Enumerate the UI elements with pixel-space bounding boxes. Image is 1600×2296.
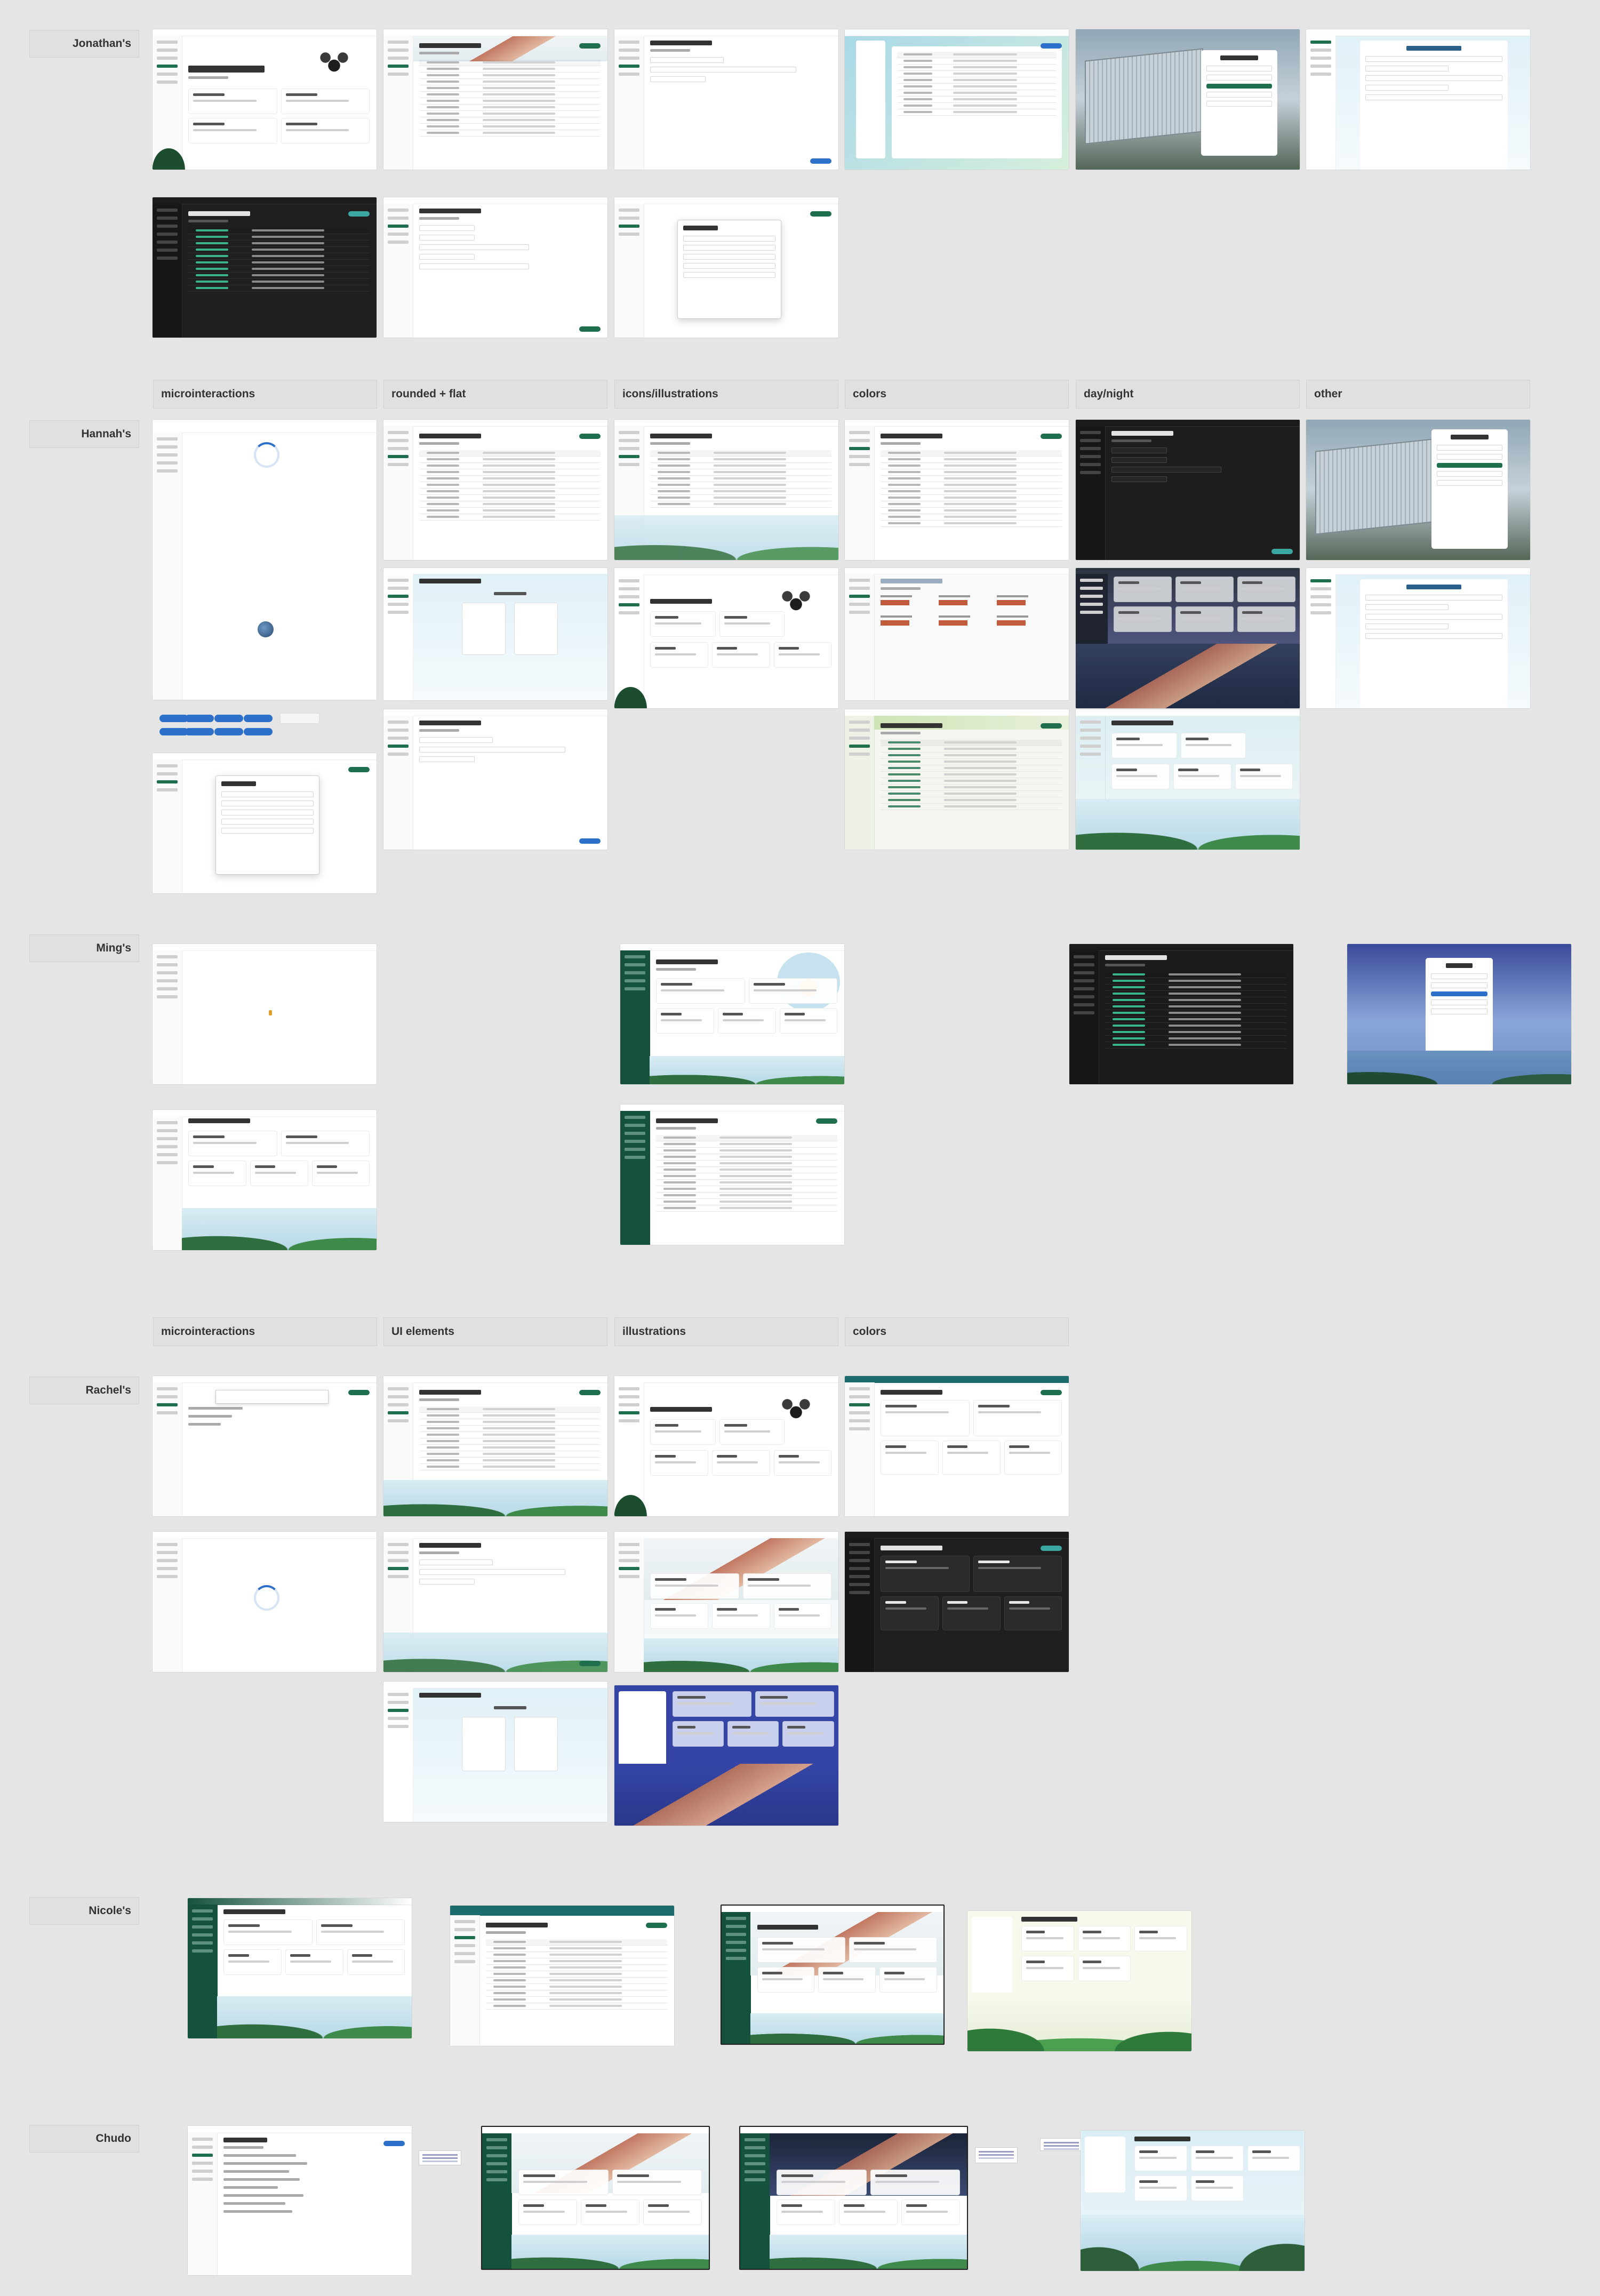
category-header: microinteractions: [153, 1317, 377, 1346]
thumbnail-accessions-dark[interactable]: [153, 197, 377, 338]
thumbnail-create-accession[interactable]: [1306, 29, 1530, 170]
thumbnail-add-accession-night[interactable]: [1076, 420, 1300, 560]
thumbnail-home-plant[interactable]: [614, 1376, 838, 1516]
category-header: UI elements: [383, 1317, 607, 1346]
thumbnail-login-photo-alt[interactable]: [1306, 420, 1530, 560]
button-sample[interactable]: [244, 715, 273, 722]
thumbnail-accession-detail-chudo[interactable]: [188, 2126, 412, 2275]
button-sample[interactable]: [244, 728, 273, 735]
thumbnail-login-photo[interactable]: [1076, 29, 1300, 170]
thumbnail-people-ui[interactable]: [383, 1376, 607, 1516]
thumbnail-home-dune[interactable]: [614, 1532, 838, 1672]
thumbnail-add-person-ui[interactable]: [383, 1532, 607, 1672]
thumbnail-projects-dark[interactable]: [845, 1532, 1069, 1672]
button-sample[interactable]: [214, 715, 243, 722]
thumbnail-people-ming[interactable]: [620, 1105, 844, 1245]
comment-note[interactable]: [975, 2147, 1018, 2163]
thumbnail-home-day[interactable]: [1076, 709, 1300, 850]
button-sample[interactable]: [159, 728, 188, 735]
row-label-ming: Ming's: [29, 934, 139, 962]
category-header: illustrations: [614, 1317, 838, 1346]
comment-note[interactable]: [419, 2150, 461, 2165]
thumbnail-people-green[interactable]: [845, 709, 1069, 850]
thumbnail-create-accession-alt[interactable]: [1306, 568, 1530, 708]
thumbnail-home[interactable]: [153, 29, 377, 170]
comment-note[interactable]: [1040, 2138, 1083, 2151]
thumbnail-add-person-rounded[interactable]: [383, 709, 607, 850]
row-label-chudo: Chudo: [29, 2125, 139, 2153]
button-sample[interactable]: [214, 728, 243, 735]
thumbnail-home-illustrated[interactable]: [614, 568, 838, 708]
category-header: microinteractions: [153, 380, 377, 409]
thumbnail-home-landscape-ming[interactable]: [153, 1110, 377, 1250]
category-header: day/night: [1076, 380, 1300, 409]
thumbnail-people-rounded[interactable]: [383, 420, 607, 560]
category-header: icons/illustrations: [614, 380, 838, 409]
button-sample[interactable]: [159, 715, 188, 722]
thumbnail-login-landscape[interactable]: [1347, 944, 1571, 1084]
thumbnail-home-stats[interactable]: [845, 568, 1069, 700]
category-header: colors: [845, 1317, 1069, 1346]
thumbnail-home-blue[interactable]: [614, 1685, 838, 1826]
input-sample[interactable]: [280, 713, 319, 724]
thumbnail-home-night-chudo[interactable]: [739, 2126, 968, 2270]
thumbnail-select-species-microinteraction[interactable]: [153, 753, 377, 893]
thumbnail-home-ming[interactable]: [620, 944, 844, 1084]
thumbnail-accessions-table[interactable]: [845, 29, 1069, 170]
thumbnail-people[interactable]: [383, 29, 607, 170]
category-header: colors: [845, 380, 1069, 409]
thumbnail-home-sky-chudo[interactable]: [1081, 2131, 1305, 2271]
thumbnail-home-green-chudo[interactable]: [481, 2126, 710, 2270]
thumbnail-home-green-nicole[interactable]: [188, 1898, 412, 2038]
thumbnail-add-person-form[interactable]: [614, 29, 838, 170]
thumbnail-home-night[interactable]: [1076, 568, 1300, 708]
row-label-jonathan: Jonathan's: [29, 30, 139, 58]
button-sample[interactable]: [185, 715, 214, 722]
thumbnail-species-dropdown[interactable]: [153, 1376, 377, 1516]
thumbnail-add-species-rachel[interactable]: [383, 1682, 607, 1822]
button-sample[interactable]: [185, 728, 214, 735]
thumbnail-accessions-nicole[interactable]: [450, 1906, 674, 2046]
thumbnail-add-species[interactable]: [383, 568, 607, 700]
thumbnail-people-illustrated[interactable]: [614, 420, 838, 560]
thumbnail-loading-rachel[interactable]: [153, 1532, 377, 1672]
thumbnail-loading-minimal[interactable]: [153, 944, 377, 1084]
thumbnail-add-accession-form[interactable]: [383, 197, 607, 338]
thumbnail-loading-spinner[interactable]: [153, 420, 377, 700]
thumbnail-accessions-colors[interactable]: [845, 420, 1069, 560]
thumbnail-accessions-dark-ming[interactable]: [1069, 944, 1293, 1084]
row-label-rachel: Rachel's: [29, 1377, 139, 1404]
thumbnail-home-dune-nicole[interactable]: [721, 1905, 945, 2045]
thumbnail-select-species-modal[interactable]: [614, 197, 838, 338]
thumbnail-projects-teal[interactable]: [845, 1376, 1069, 1516]
row-label-hannah: Hannah's: [29, 420, 139, 448]
category-header: other: [1306, 380, 1530, 409]
category-header: rounded + flat: [383, 380, 607, 409]
row-label-nicole: Nicole's: [29, 1897, 139, 1925]
thumbnail-home-forest-nicole[interactable]: [967, 1911, 1191, 2051]
